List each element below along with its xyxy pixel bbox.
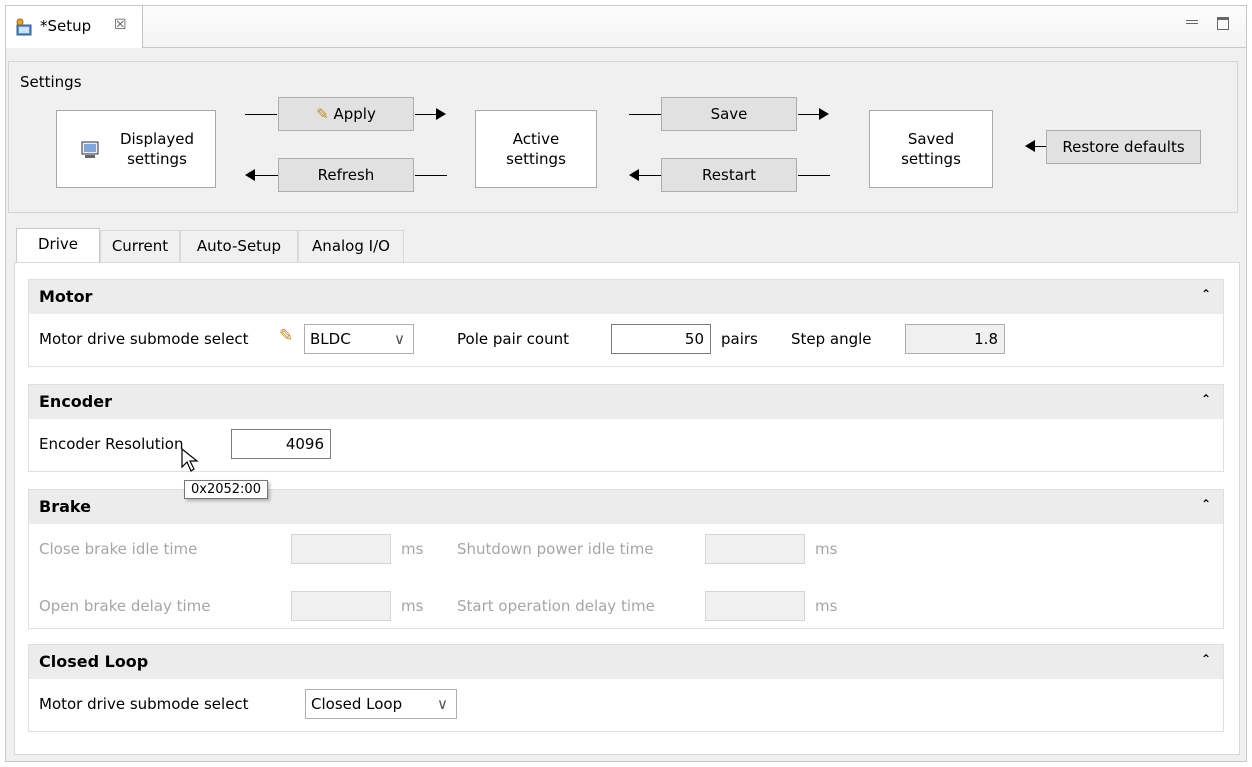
motor-submode-label: Motor drive submode select xyxy=(39,330,249,348)
close-brake-idle-unit: ms xyxy=(401,540,424,558)
start-operation-delay-input xyxy=(705,591,805,621)
closed-loop-section-title: Closed Loop xyxy=(39,652,149,671)
settings-group-title: Settings xyxy=(20,73,82,91)
refresh-button[interactable]: Refresh xyxy=(278,158,414,192)
address-tooltip: 0x2052:00 xyxy=(184,480,268,499)
saved-settings-label: Saved settings xyxy=(901,130,961,168)
monitor-icon xyxy=(81,141,99,158)
pole-pair-label: Pole pair count xyxy=(457,330,569,348)
motor-section-title: Motor xyxy=(39,287,93,306)
tab-current[interactable]: Current xyxy=(100,230,180,263)
active-settings-box: Active settings xyxy=(475,110,597,188)
pole-pair-input[interactable]: 50 xyxy=(611,324,711,354)
restore-defaults-button[interactable]: Restore defaults xyxy=(1046,130,1201,164)
restore-defaults-label: Restore defaults xyxy=(1062,138,1185,156)
collapse-icon[interactable]: ⌃ xyxy=(1201,497,1211,511)
maximize-icon[interactable] xyxy=(1217,17,1229,30)
start-operation-delay-label: Start operation delay time xyxy=(457,597,655,615)
shutdown-idle-unit: ms xyxy=(815,540,838,558)
tab-bar: Drive Current Auto-Setup Analog I/O xyxy=(16,228,416,264)
mouse-cursor-icon xyxy=(181,447,199,472)
restart-button-label: Restart xyxy=(702,166,756,184)
open-brake-delay-label: Open brake delay time xyxy=(39,597,211,615)
active-settings-label: Active settings xyxy=(506,130,566,168)
tab-auto-setup-label: Auto-Setup xyxy=(196,237,282,255)
save-button[interactable]: Save xyxy=(661,97,797,131)
setup-icon xyxy=(16,18,32,36)
apply-arrow-line xyxy=(415,114,437,115)
tab-analog-io-label: Analog I/O xyxy=(312,237,390,255)
pencil-icon: ✎ xyxy=(279,326,294,346)
open-brake-delay-unit: ms xyxy=(401,597,424,615)
collapse-icon[interactable]: ⌃ xyxy=(1201,287,1211,301)
apply-arrow-right-icon xyxy=(436,108,446,120)
tab-analog-io[interactable]: Analog I/O xyxy=(298,230,404,263)
refresh-arrow-line xyxy=(254,175,278,176)
motor-submode-select[interactable]: BLDC ∨ xyxy=(304,324,414,354)
motor-submode-value: BLDC xyxy=(310,330,351,348)
save-arrow-line xyxy=(798,114,820,115)
displayed-settings-label: Displayed settings xyxy=(119,130,195,168)
apply-line xyxy=(245,114,277,115)
editor-content: Settings Displayed settings ✎ Apply Refr… xyxy=(6,48,1246,761)
closed-loop-submode-label: Motor drive submode select xyxy=(39,695,249,713)
brake-section-title: Brake xyxy=(39,497,91,516)
apply-button-label: Apply xyxy=(333,105,376,123)
motor-section-header[interactable]: Motor ⌃ xyxy=(29,280,1223,314)
save-line xyxy=(629,114,661,115)
settings-group: Settings Displayed settings ✎ Apply Refr… xyxy=(8,61,1238,213)
encoder-section: Encoder ⌃ Encoder Resolution 4096 xyxy=(28,384,1224,472)
closed-loop-section: Closed Loop ⌃ Motor drive submode select… xyxy=(28,644,1224,732)
saved-settings-box: Saved settings xyxy=(869,110,993,188)
editor-tab-title: *Setup xyxy=(40,17,92,35)
encoder-section-header[interactable]: Encoder ⌃ xyxy=(29,385,1223,419)
minimize-icon[interactable] xyxy=(1186,20,1198,24)
encoder-section-title: Encoder xyxy=(39,392,112,411)
refresh-button-label: Refresh xyxy=(317,166,375,184)
shutdown-idle-input xyxy=(705,534,805,564)
tab-drive[interactable]: Drive xyxy=(16,228,100,264)
tab-drive-label: Drive xyxy=(38,235,78,253)
save-button-label: Save xyxy=(710,105,748,123)
save-arrow-right-icon xyxy=(819,108,829,120)
step-angle-field: 1.8 xyxy=(905,324,1005,354)
restart-button[interactable]: Restart xyxy=(661,158,797,192)
encoder-resolution-label: Encoder Resolution xyxy=(39,435,184,453)
displayed-settings-box: Displayed settings xyxy=(56,110,216,188)
brake-section: Brake ⌃ Close brake idle time ms Shutdow… xyxy=(28,489,1224,629)
tab-current-label: Current xyxy=(111,237,169,255)
encoder-resolution-input[interactable]: 4096 xyxy=(231,429,331,459)
close-brake-idle-label: Close brake idle time xyxy=(39,540,198,558)
restore-arrow-line xyxy=(1034,146,1046,147)
closed-loop-submode-select[interactable]: Closed Loop ∨ xyxy=(305,689,457,719)
close-icon[interactable]: ☒ xyxy=(114,17,127,33)
chevron-down-icon: ∨ xyxy=(394,330,405,348)
closed-loop-submode-value: Closed Loop xyxy=(311,695,403,713)
pole-pair-unit: pairs xyxy=(721,330,758,348)
step-angle-label: Step angle xyxy=(791,330,872,348)
setup-editor: *Setup ☒ Settings Displayed settings ✎ A… xyxy=(5,5,1247,762)
pencil-icon: ✎ xyxy=(316,105,329,123)
refresh-line xyxy=(415,175,447,176)
closed-loop-section-header[interactable]: Closed Loop ⌃ xyxy=(29,645,1223,679)
motor-section: Motor ⌃ Motor drive submode select ✎ BLD… xyxy=(28,279,1224,367)
chevron-down-icon: ∨ xyxy=(437,695,448,713)
tab-auto-setup[interactable]: Auto-Setup xyxy=(180,230,298,263)
start-operation-delay-unit: ms xyxy=(815,597,838,615)
restart-arrow-line xyxy=(638,175,662,176)
editor-tab-setup[interactable]: *Setup ☒ xyxy=(6,6,143,48)
close-brake-idle-input xyxy=(291,534,391,564)
collapse-icon[interactable]: ⌃ xyxy=(1201,392,1211,406)
open-brake-delay-input xyxy=(291,591,391,621)
collapse-icon[interactable]: ⌃ xyxy=(1201,652,1211,666)
shutdown-idle-label: Shutdown power idle time xyxy=(457,540,654,558)
editor-tabstrip: *Setup ☒ xyxy=(6,6,1246,48)
apply-button[interactable]: ✎ Apply xyxy=(278,97,414,131)
restart-line xyxy=(798,175,830,176)
